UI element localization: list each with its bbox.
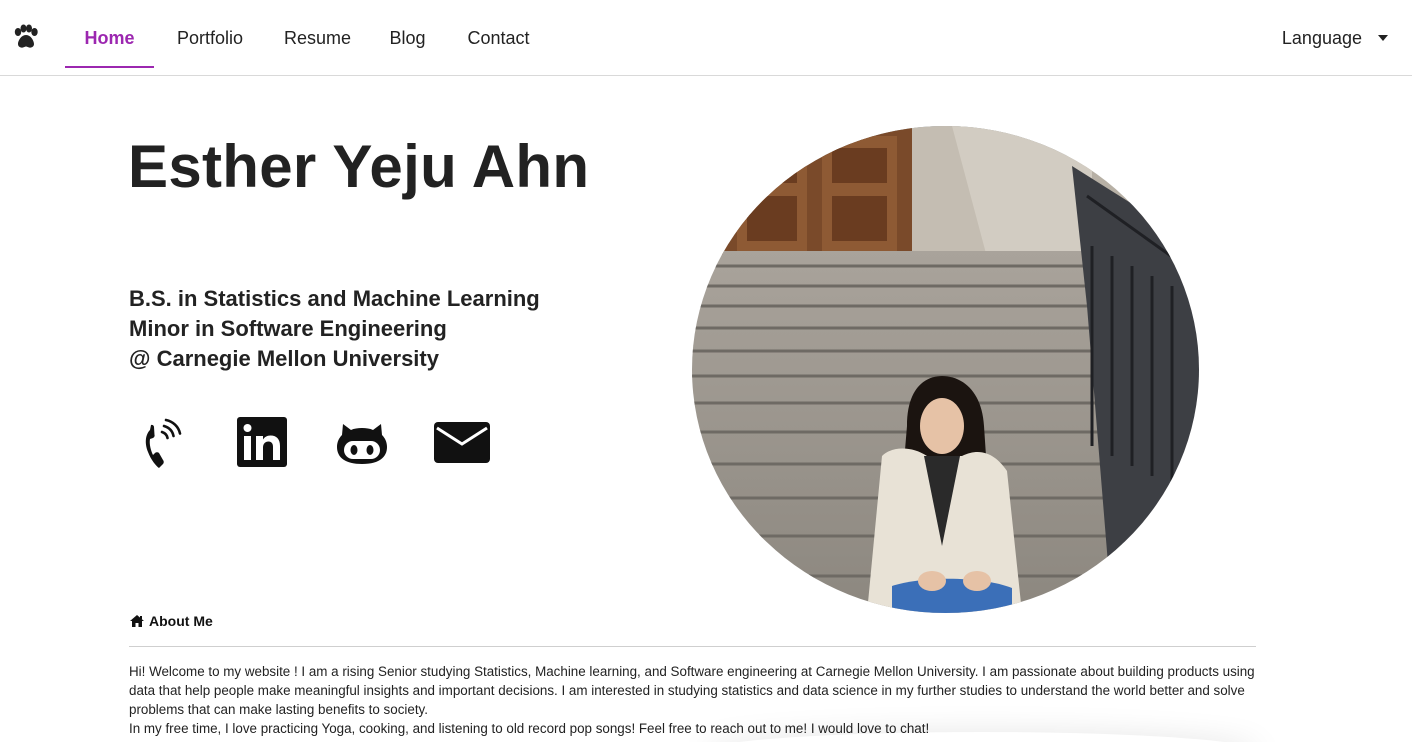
university-line: @ Carnegie Mellon University — [129, 346, 439, 371]
about-heading: About Me — [129, 613, 213, 629]
phone-icon[interactable] — [134, 412, 194, 472]
minor-line: Minor in Software Engineering — [129, 316, 447, 341]
degree-line: B.S. in Statistics and Machine Learning — [129, 286, 540, 311]
divider — [129, 646, 1256, 647]
caret-down-icon — [1378, 35, 1388, 41]
tab-portfolio[interactable]: Portfolio — [154, 0, 266, 76]
paw-icon[interactable] — [12, 24, 40, 50]
about-heading-label: About Me — [149, 613, 213, 629]
tab-home[interactable]: Home — [65, 0, 154, 76]
tab-home-label: Home — [84, 27, 135, 48]
home-icon — [130, 615, 144, 627]
linkedin-icon[interactable] — [232, 412, 292, 472]
about-paragraph: Hi! Welcome to my website ! I am a risin… — [129, 664, 1255, 717]
tab-resume[interactable]: Resume — [266, 0, 369, 76]
tab-portfolio-label: Portfolio — [176, 27, 244, 48]
tab-resume-label: Resume — [283, 27, 352, 48]
language-dropdown[interactable]: Language — [1282, 0, 1388, 76]
about-paragraph: In my free time, I love practicing Yoga,… — [129, 721, 930, 736]
tab-blog[interactable]: Blog — [369, 0, 446, 76]
tab-blog-label: Blog — [389, 27, 426, 48]
nav-tabs: Home Portfolio Resume Blog Contact — [65, 0, 551, 76]
tab-contact-label: Contact — [467, 27, 530, 48]
page-title: Esther Yeju Ahn — [128, 133, 590, 200]
language-label: Language — [1281, 27, 1362, 48]
profile-photo — [692, 126, 1199, 613]
tab-contact[interactable]: Contact — [446, 0, 551, 76]
contact-icons — [134, 412, 504, 472]
email-icon[interactable] — [432, 412, 492, 472]
github-icon[interactable] — [332, 412, 392, 472]
top-navbar: Home Portfolio Resume Blog Contact Langu… — [0, 0, 1412, 76]
about-text: Hi! Welcome to my website ! I am a risin… — [129, 662, 1259, 738]
degree-info: B.S. in Statistics and Machine Learning … — [129, 284, 540, 374]
